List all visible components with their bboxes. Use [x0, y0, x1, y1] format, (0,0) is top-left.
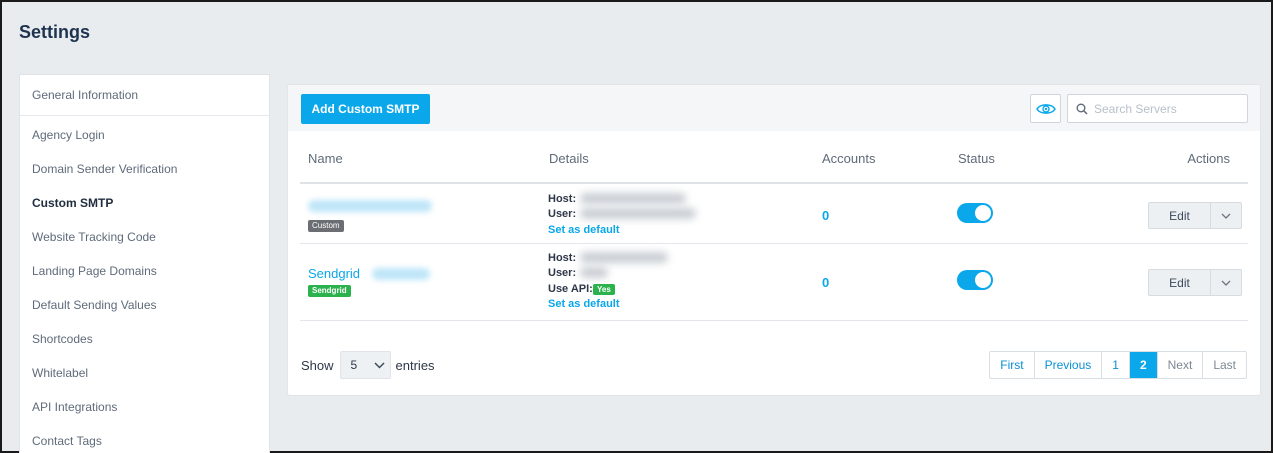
- sidebar-item-domain-sender-verification[interactable]: Domain Sender Verification: [20, 152, 269, 186]
- chevron-down-icon: [374, 361, 385, 369]
- use-api-label: Use API:: [548, 283, 593, 295]
- chevron-down-icon: [1221, 280, 1231, 286]
- smtp-panel: Add Custom SMTP Name Details Accounts St…: [287, 84, 1261, 396]
- host-value-redacted: [580, 252, 668, 263]
- chevron-down-icon: [1221, 213, 1231, 219]
- column-visibility-button[interactable]: [1030, 94, 1061, 123]
- entries-label: entries: [395, 357, 435, 373]
- edit-button[interactable]: Edit: [1149, 203, 1211, 228]
- pagination-first[interactable]: First: [990, 352, 1035, 378]
- sidebar-item-api-integrations[interactable]: API Integrations: [20, 390, 269, 424]
- pagination-previous[interactable]: Previous: [1035, 352, 1103, 378]
- server-type-badge: Custom: [308, 220, 344, 232]
- set-as-default-link[interactable]: Set as default: [548, 224, 620, 236]
- add-custom-smtp-button[interactable]: Add Custom SMTP: [301, 94, 430, 124]
- pagination: First Previous 1 2 Next Last: [989, 351, 1247, 379]
- edit-dropdown-toggle[interactable]: [1211, 203, 1241, 228]
- panel-toolbar: Add Custom SMTP: [288, 85, 1260, 131]
- pagination-last[interactable]: Last: [1203, 352, 1246, 378]
- user-value-redacted: [580, 267, 608, 278]
- table-row: Custom Host: User: Set as default 0 Edit: [300, 186, 1248, 244]
- host-label: Host:: [548, 252, 577, 264]
- header-details[interactable]: Details: [549, 151, 589, 166]
- user-value-redacted: [580, 208, 696, 219]
- edit-action-group: Edit: [1148, 269, 1242, 296]
- settings-sidebar: General Information Agency Login Domain …: [19, 74, 270, 453]
- sidebar-item-shortcodes[interactable]: Shortcodes: [20, 322, 269, 356]
- entries-select[interactable]: 5: [339, 351, 391, 379]
- server-name-redacted: [372, 268, 430, 280]
- edit-button[interactable]: Edit: [1149, 270, 1211, 295]
- entries-select-value: 5: [350, 358, 358, 372]
- show-label: Show: [301, 357, 334, 373]
- accounts-count[interactable]: 0: [822, 208, 829, 223]
- user-label: User:: [548, 267, 577, 279]
- sidebar-item-website-tracking-code[interactable]: Website Tracking Code: [20, 220, 269, 254]
- table-header: Name Details Accounts Status Actions: [300, 131, 1248, 184]
- header-accounts[interactable]: Accounts: [822, 151, 875, 166]
- sidebar-item-agency-login[interactable]: Agency Login: [20, 118, 269, 152]
- status-toggle[interactable]: [957, 203, 993, 223]
- entries-length-control: Show 5 entries: [301, 351, 435, 379]
- header-actions: Actions: [1187, 151, 1230, 166]
- sidebar-item-contact-tags[interactable]: Contact Tags: [20, 424, 269, 453]
- sidebar-item-whitelabel[interactable]: Whitelabel: [20, 356, 269, 390]
- search-servers-input[interactable]: [1094, 101, 1234, 116]
- sidebar-item-custom-smtp[interactable]: Custom SMTP: [20, 186, 269, 220]
- use-api-badge: Yes: [593, 284, 615, 295]
- search-icon: [1076, 103, 1088, 115]
- header-status[interactable]: Status: [958, 151, 995, 166]
- header-name[interactable]: Name: [308, 151, 343, 166]
- eye-icon: [1035, 103, 1056, 114]
- status-toggle[interactable]: [957, 270, 993, 290]
- server-name-link[interactable]: Sendgrid: [308, 266, 360, 281]
- accounts-count[interactable]: 0: [822, 275, 829, 290]
- host-label: Host:: [548, 193, 577, 205]
- search-servers-box: [1067, 94, 1248, 123]
- pagination-page-1[interactable]: 1: [1102, 352, 1130, 378]
- user-label: User:: [548, 208, 577, 220]
- table-row: Sendgrid Sendgrid Host: User: Use API: Y…: [300, 244, 1248, 321]
- edit-action-group: Edit: [1148, 202, 1242, 229]
- set-as-default-link[interactable]: Set as default: [548, 298, 620, 310]
- sidebar-item-general-information[interactable]: General Information: [20, 75, 269, 116]
- server-type-badge: Sendgrid: [308, 285, 351, 297]
- pagination-page-2[interactable]: 2: [1129, 352, 1158, 378]
- sidebar-item-landing-page-domains[interactable]: Landing Page Domains: [20, 254, 269, 288]
- server-name-redacted[interactable]: [308, 200, 432, 212]
- host-value-redacted: [580, 193, 686, 204]
- edit-dropdown-toggle[interactable]: [1211, 270, 1241, 295]
- pagination-next[interactable]: Next: [1158, 352, 1204, 378]
- sidebar-item-default-sending-values[interactable]: Default Sending Values: [20, 288, 269, 322]
- page-title: Settings: [19, 22, 91, 42]
